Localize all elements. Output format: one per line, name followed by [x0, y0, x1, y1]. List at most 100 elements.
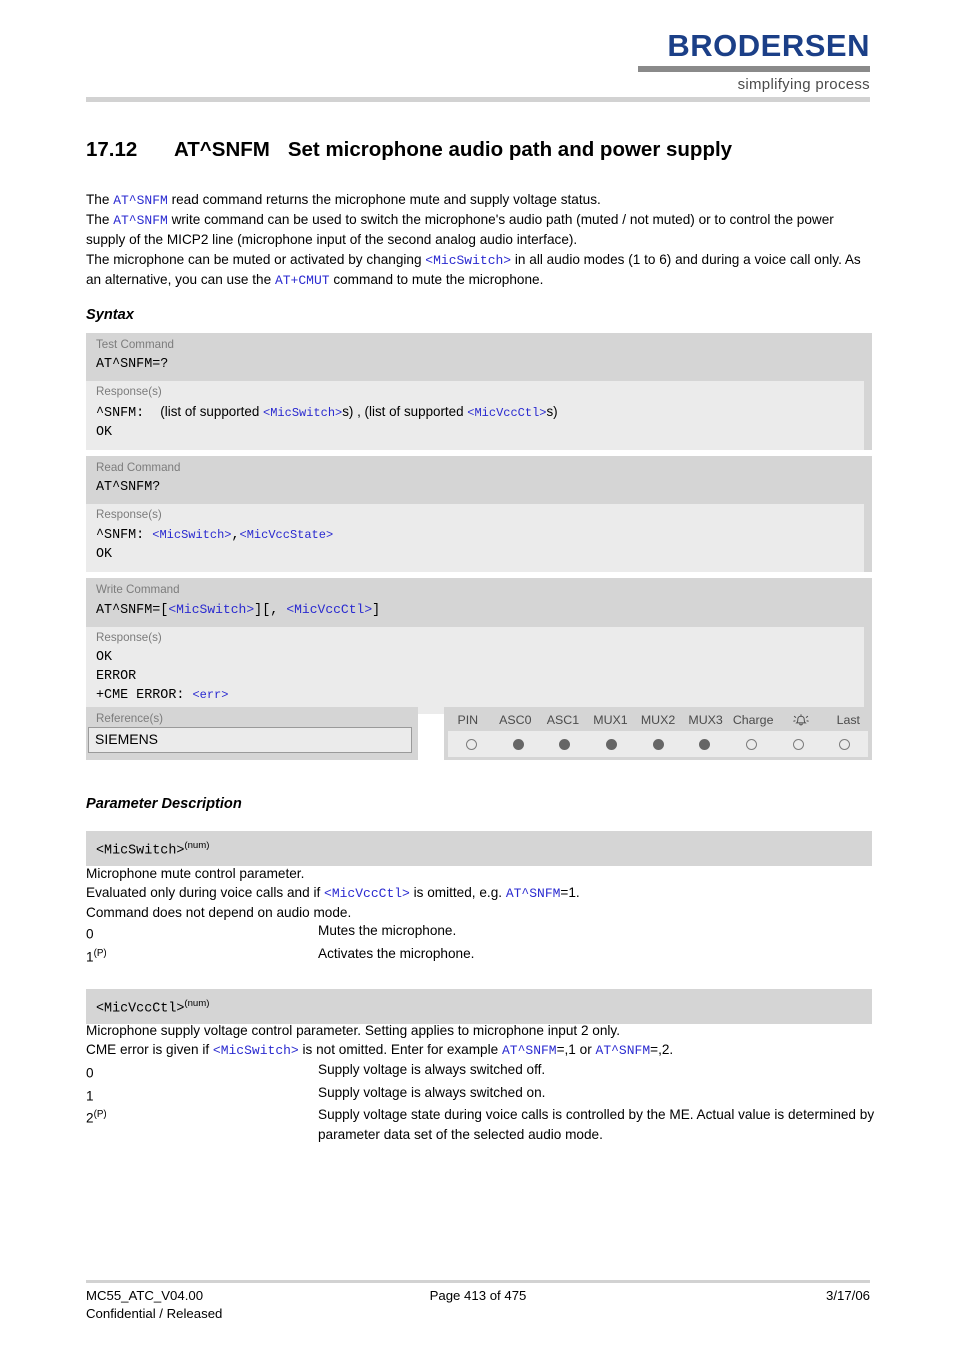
support-dot-pin [465, 738, 477, 750]
option-row: 1 Supply voltage is always switched on. [86, 1083, 876, 1106]
read-response-area: Response(s) ^SNFM: <MicSwitch>,<MicVccSt… [86, 504, 864, 572]
support-col-asc1: ASC1 [546, 713, 580, 727]
support-dot-mux1-cell [588, 738, 635, 750]
test-response-ok: OK [96, 424, 113, 440]
write-cmd-text: ] [372, 603, 381, 618]
support-col-mux2: MUX2 [640, 713, 676, 727]
param-desc-line-1: Microphone supply voltage control parame… [86, 1023, 620, 1038]
support-dot-asc0-cell [495, 738, 542, 750]
footer-classification: Confidential / Released [86, 1306, 223, 1321]
param-desc-line-2: CME error is given if <MicSwitch> is not… [86, 1040, 876, 1060]
option-key-sup: (P) [93, 947, 107, 959]
option-key: 0 [86, 921, 318, 944]
option-row: 2(P) Supply voltage state during voice c… [86, 1105, 876, 1143]
option-value: Supply voltage is always switched off. [318, 1062, 546, 1077]
param-name: <MicVccCtl> [96, 1001, 185, 1017]
page-title: 17.12 AT^SNFM Set microphone audio path an… [86, 138, 876, 162]
write-cmd-text: AT^SNFM=[ [96, 603, 169, 618]
page-footer: MC55_ATC_V04.00 Page 413 of 475 3/17/06 … [86, 1287, 870, 1323]
support-table-dots [448, 731, 868, 757]
brodersen-logo: BRODERSEN simplifying process [638, 30, 870, 93]
footer-line-1: MC55_ATC_V04.00 Page 413 of 475 3/17/06 [86, 1287, 870, 1305]
reference-label: Reference(s) [96, 712, 164, 725]
option-row: 0 Supply voltage is always switched off. [86, 1060, 876, 1083]
param-micvccctl-header: <MicVccCtl>(num) [86, 989, 872, 1025]
support-dot-alarm [792, 738, 804, 750]
document-page: BRODERSEN simplifying process 17.12 AT^SN… [0, 0, 954, 1351]
at-snfm-ref: AT^SNFM [501, 1043, 557, 1059]
micswitch-ref: <MicSwitch> [425, 252, 512, 268]
micswitch-ref: <MicSwitch> [168, 602, 255, 617]
cme-text: +CME ERROR: [96, 688, 193, 703]
intro-line-2: The AT^SNFM write command can be used to… [86, 210, 876, 249]
param-desc-line-3: Command does not depend on audio mode. [86, 905, 352, 921]
option-value: Supply voltage is always switched on. [318, 1084, 546, 1100]
test-command-block: Test Command AT^SNFM=? Response(s) ^SNFM… [86, 333, 872, 450]
read-command-syntax: AT^SNFM? [96, 480, 161, 495]
support-dot-alarm-cell [775, 738, 822, 750]
option-key: 2(P) [86, 1105, 318, 1143]
intro-paragraph: The AT^SNFM read command returns the mic… [86, 190, 876, 290]
option-key-value: 0 [86, 926, 94, 942]
intro-text: command to mute the microphone. [329, 271, 544, 287]
option-value: Activates the microphone. [318, 945, 475, 961]
write-response-cme: +CME ERROR: <err> [96, 686, 854, 706]
read-response-line: ^SNFM: <MicSwitch>,<MicVccState> [96, 526, 854, 546]
alarm-bell-icon [777, 713, 825, 728]
support-col-last: Last [836, 713, 860, 727]
syntax-section-heading: Syntax [86, 307, 134, 323]
param-micswitch-description: Microphone mute control parameter. Evalu… [86, 864, 876, 923]
write-response-error: ERROR [96, 668, 137, 684]
reference-support-row: Reference(s) SIEMENS PIN ASC0 ASC1 MUX1 … [86, 707, 872, 760]
support-col-pin: PIN [457, 713, 479, 727]
param-desc-text: Evaluated only during voice calls and if [86, 885, 325, 901]
option-key-value: 0 [86, 1065, 94, 1081]
test-response-area: Response(s) ^SNFM: (list of supported <M… [86, 381, 864, 450]
test-response-line: ^SNFM: (list of supported <MicSwitch>s) … [96, 403, 854, 424]
support-dot-mux3-cell [681, 738, 728, 750]
micvccstate-ref: <MicVccState> [239, 528, 334, 542]
option-value: Supply voltage state during voice calls … [318, 1107, 875, 1142]
support-dot-mux2 [652, 738, 664, 750]
test-command-syntax: AT^SNFM=? [96, 357, 169, 372]
option-key: 0 [86, 1060, 318, 1083]
test-response-label: Response(s) [96, 385, 162, 398]
write-response-ok: OK [96, 650, 113, 665]
footer-line-2: Confidential / Released [86, 1305, 870, 1323]
footer-divider [86, 1280, 870, 1283]
param-desc-text: is not omitted. Enter for example [298, 1042, 502, 1058]
write-command-syntax: AT^SNFM=[<MicSwitch>][, <MicVccCtl>] [86, 599, 872, 627]
intro-line-3: The microphone can be muted or activated… [86, 250, 876, 290]
response-prefix: ^SNFM: [96, 406, 145, 421]
response-text: (list of supported [160, 404, 264, 419]
micswitch-ref: <MicSwitch> [212, 1043, 299, 1059]
at-snfm-ref: AT^SNFM [505, 886, 561, 902]
option-row: 1(P) Activates the microphone. [86, 944, 876, 967]
support-dot-asc0 [512, 738, 524, 750]
support-dot-mux2-cell [635, 738, 682, 750]
write-command-block: Write Command AT^SNFM=[<MicSwitch>][, <M… [86, 578, 872, 714]
micvccctl-ref: <MicVccCtl> [324, 886, 410, 902]
param-desc-text: =,2. [650, 1042, 674, 1058]
param-micswitch-header: <MicSwitch>(num) [86, 831, 872, 867]
response-prefix: ^SNFM: [96, 528, 145, 543]
read-command-label: Read Command [96, 461, 181, 474]
test-response-body: ^SNFM: (list of supported <MicSwitch>s) … [86, 401, 864, 450]
write-response-body: OK ERROR +CME ERROR: <err> [86, 647, 864, 714]
param-desc-text: is omitted, e.g. [409, 885, 506, 901]
syntax-tables: Test Command AT^SNFM=? Response(s) ^SNFM… [86, 333, 872, 714]
write-response-area: Response(s) OK ERROR +CME ERROR: <err> [86, 627, 864, 714]
option-key: 1(P) [86, 944, 318, 967]
option-key-sup: (P) [93, 1109, 107, 1121]
support-dot-last-cell [821, 738, 868, 750]
param-micvccctl-description: Microphone supply voltage control parame… [86, 1021, 876, 1060]
write-cmd-text: ][, [254, 603, 287, 618]
support-dot-mux3 [699, 738, 711, 750]
logo-tagline: simplifying process [737, 76, 870, 93]
option-value: Mutes the microphone. [318, 923, 457, 938]
param-desc-text: =1. [560, 885, 580, 901]
support-dot-asc1 [559, 738, 571, 750]
at-snfm-ref: AT^SNFM [113, 193, 168, 208]
page-header: BRODERSEN simplifying process [0, 0, 954, 102]
section-number: 17.12 [86, 138, 138, 161]
